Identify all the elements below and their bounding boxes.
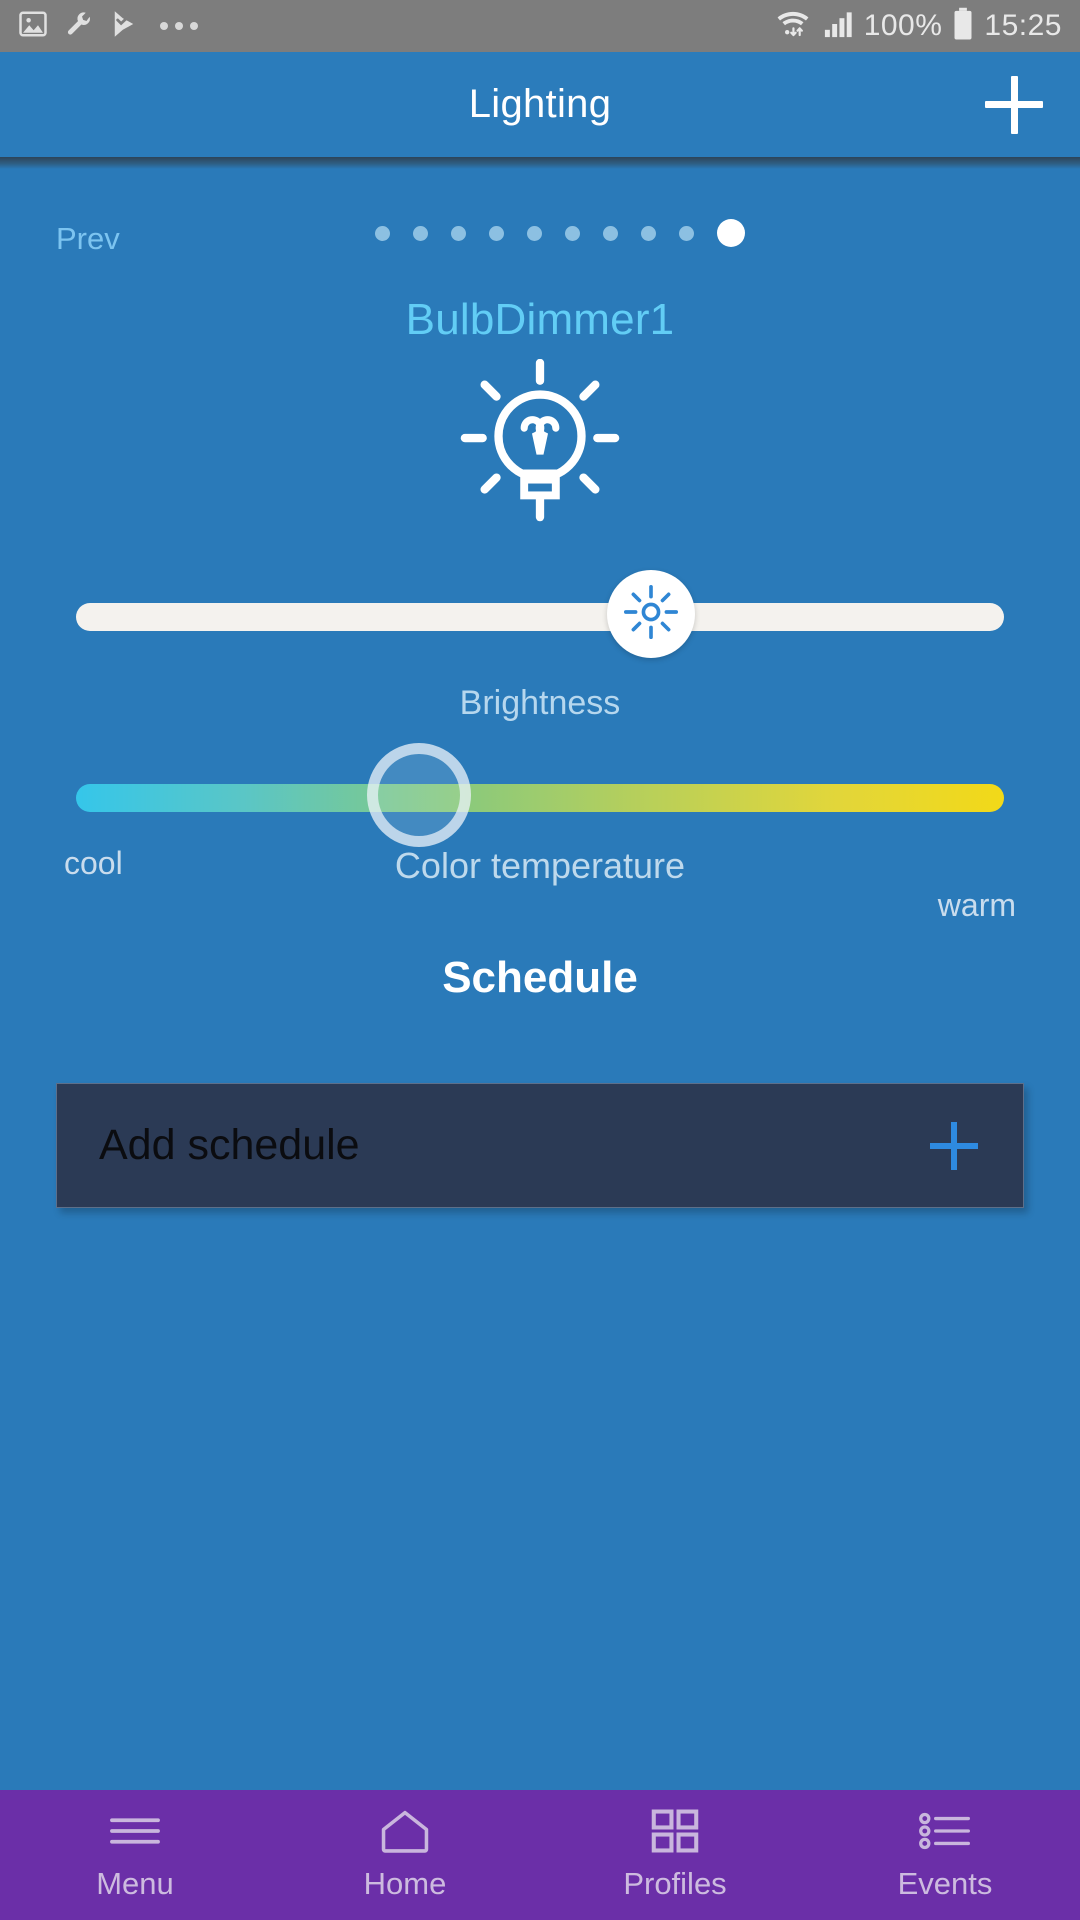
nav-item-events[interactable]: Events	[810, 1790, 1080, 1920]
plus-icon-cross	[985, 101, 1043, 108]
light-bulb-icon-wrap	[0, 358, 1080, 534]
app-bar: Lighting	[0, 52, 1080, 157]
add-schedule-label: Add schedule	[99, 1121, 360, 1169]
bottom-nav: Menu Home Profiles Events	[0, 1790, 1080, 1920]
nav-item-home[interactable]: Home	[270, 1790, 540, 1920]
device-name-label: BulbDimmer1	[405, 295, 675, 344]
app-bar-shadow	[0, 157, 1080, 169]
color-temperature-warm-label: warm	[937, 887, 1016, 923]
add-schedule-button[interactable]: Add schedule	[56, 1083, 1024, 1208]
grid-squares-icon	[650, 1808, 700, 1854]
nav-label-menu: Menu	[96, 1866, 174, 1901]
page-dot-0[interactable]	[375, 225, 390, 241]
page-dot-3[interactable]	[489, 225, 504, 241]
page-dot-8[interactable]	[679, 225, 694, 241]
page-title: Lighting	[468, 82, 612, 126]
nav-label-events: Events	[897, 1866, 993, 1901]
wifi-icon	[774, 8, 812, 45]
add-device-button[interactable]	[976, 67, 1052, 143]
color-temperature-label: Color temperature	[394, 845, 686, 886]
signal-icon	[822, 8, 854, 45]
home-icon	[377, 1808, 433, 1854]
battery-percent-label: 100%	[863, 9, 943, 42]
page-dot-9[interactable]	[717, 219, 745, 247]
schedule-heading: Schedule	[442, 953, 638, 1002]
nav-item-menu[interactable]: Menu	[0, 1790, 270, 1920]
status-bar-left-icons	[18, 9, 198, 44]
brightness-label: Brightness	[459, 684, 621, 722]
clock-label: 15:25	[984, 9, 1062, 42]
battery-icon	[952, 7, 974, 46]
overflow-dots-icon	[160, 22, 198, 30]
nav-label-home: Home	[363, 1866, 447, 1901]
page-dot-2[interactable]	[451, 225, 466, 241]
page-dots[interactable]	[0, 219, 1080, 247]
brightness-sun-icon	[623, 584, 679, 645]
checkmark-flag-icon	[110, 9, 138, 44]
bullet-list-icon	[917, 1808, 973, 1854]
status-bar: 100% 15:25	[0, 0, 1080, 52]
brightness-slider-knob[interactable]	[607, 570, 696, 658]
page-dot-1[interactable]	[413, 225, 428, 241]
page-dot-4[interactable]	[527, 225, 542, 241]
page-dot-5[interactable]	[565, 225, 580, 241]
add-schedule-plus-icon[interactable]	[927, 1119, 981, 1173]
brightness-slider-track[interactable]	[76, 603, 1004, 631]
page-dot-7[interactable]	[641, 225, 656, 241]
nav-item-profiles[interactable]: Profiles	[540, 1790, 810, 1920]
nav-label-profiles: Profiles	[623, 1866, 727, 1901]
pager-row: Prev	[0, 169, 1080, 265]
image-icon	[18, 9, 48, 44]
light-bulb-icon	[440, 358, 640, 534]
status-bar-right-icons: 100% 15:25	[774, 7, 1062, 46]
hamburger-icon	[107, 1808, 163, 1854]
color-temperature-slider-knob[interactable]	[367, 743, 472, 847]
brightness-slider[interactable]	[76, 570, 1004, 658]
color-temperature-labels-row: cool Color temperature warm	[0, 845, 1080, 923]
wrench-icon	[64, 9, 94, 44]
color-temperature-cool-label: cool	[64, 845, 123, 881]
page-dot-6[interactable]	[603, 225, 618, 241]
color-temperature-slider[interactable]	[76, 743, 1004, 847]
main-content: Prev BulbDimmer1 Brightness cool Color t…	[0, 169, 1080, 1790]
color-temperature-slider-track[interactable]	[76, 784, 1004, 812]
